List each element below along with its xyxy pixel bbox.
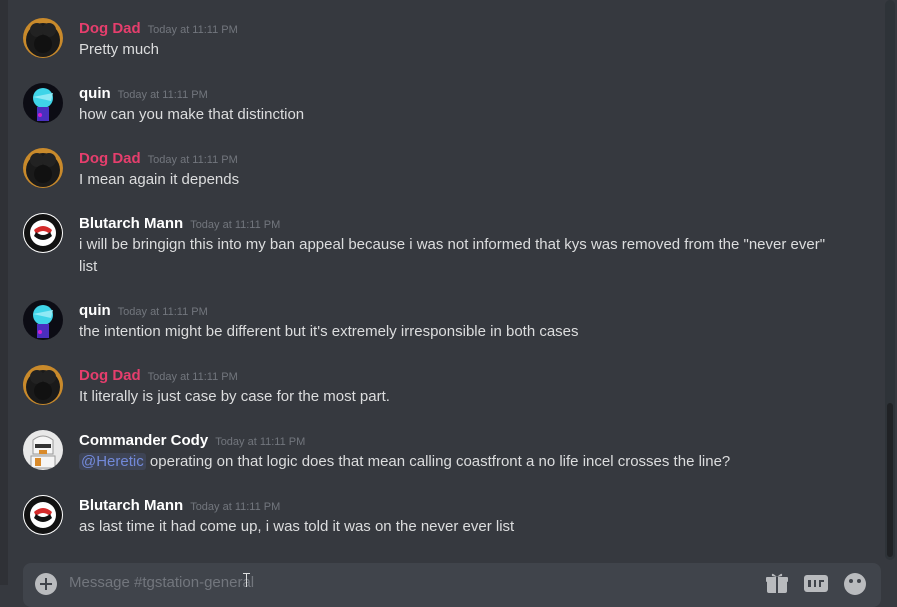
message-timestamp: Today at 11:11 PM (117, 306, 208, 318)
author-name[interactable]: Commander Cody (79, 432, 208, 449)
message-timestamp: Today at 11:11 PM (190, 219, 281, 231)
emoji-icon[interactable] (843, 572, 867, 596)
author-name[interactable]: quin (79, 302, 111, 319)
message-timestamp: Today at 11:11 PM (147, 371, 238, 383)
message-author[interactable]: Commander Cody Today at 11:11 PM (79, 432, 305, 451)
antifa-flag-avatar-icon[interactable] (23, 213, 63, 253)
message-text: the intention might be different but it'… (79, 323, 579, 340)
message-text: as last time it had come up, i was told … (79, 518, 515, 535)
message-timestamp: Today at 11:11 PM (190, 501, 281, 513)
message-composer (23, 563, 881, 607)
author-name[interactable]: Dog Dad (79, 150, 141, 167)
message-text: how can you make that distinction (79, 106, 305, 123)
user-mention[interactable]: @Heretic (79, 453, 146, 470)
message-text: @Heretic operating on that logic does th… (79, 451, 839, 473)
message-input[interactable] (69, 567, 729, 597)
author-name[interactable]: Blutarch Mann (79, 497, 183, 514)
message-author[interactable]: quin Today at 11:11 PM (79, 302, 208, 321)
message-text: I mean again it depends (79, 171, 240, 188)
message-author[interactable]: Blutarch Mann Today at 11:11 PM (79, 497, 280, 516)
blue-figure-avatar-icon[interactable] (23, 300, 63, 340)
message-timestamp: Today at 11:11 PM (147, 24, 238, 36)
gift-icon[interactable] (765, 572, 789, 594)
message-list: Dog Dad Today at 11:11 PM Pretty much qui… (8, 0, 880, 560)
message-timestamp: Today at 11:11 PM (117, 89, 208, 101)
message-timestamp: Today at 11:11 PM (147, 154, 238, 166)
message-text: Pretty much (79, 41, 160, 58)
author-name[interactable]: Dog Dad (79, 367, 141, 384)
black-dog-avatar-icon[interactable] (23, 18, 63, 58)
gif-icon[interactable] (803, 572, 829, 594)
antifa-flag-avatar-icon[interactable] (23, 495, 63, 535)
message-text: i will be bringign this into my ban appe… (79, 236, 826, 275)
message-author[interactable]: Dog Dad Today at 11:11 PM (79, 20, 238, 39)
left-edge-strip (0, 0, 8, 585)
message-author[interactable]: Dog Dad Today at 11:11 PM (79, 367, 238, 386)
black-dog-avatar-icon[interactable] (23, 365, 63, 405)
scrollbar-thumb[interactable] (887, 403, 893, 557)
message-author[interactable]: Blutarch Mann Today at 11:11 PM (79, 215, 280, 234)
blue-figure-avatar-icon[interactable] (23, 83, 63, 123)
add-attachment-button[interactable] (35, 573, 57, 595)
message-text-body: operating on that logic does that mean c… (145, 453, 731, 470)
author-name[interactable]: Dog Dad (79, 20, 141, 37)
message-text: It literally is just case by case for th… (79, 388, 390, 405)
author-name[interactable]: quin (79, 85, 111, 102)
clone-trooper-avatar-icon[interactable] (23, 430, 63, 470)
author-name[interactable]: Blutarch Mann (79, 215, 183, 232)
message-author[interactable]: quin Today at 11:11 PM (79, 85, 208, 104)
message-timestamp: Today at 11:11 PM (215, 436, 306, 448)
black-dog-avatar-icon[interactable] (23, 148, 63, 188)
message-author[interactable]: Dog Dad Today at 11:11 PM (79, 150, 238, 169)
